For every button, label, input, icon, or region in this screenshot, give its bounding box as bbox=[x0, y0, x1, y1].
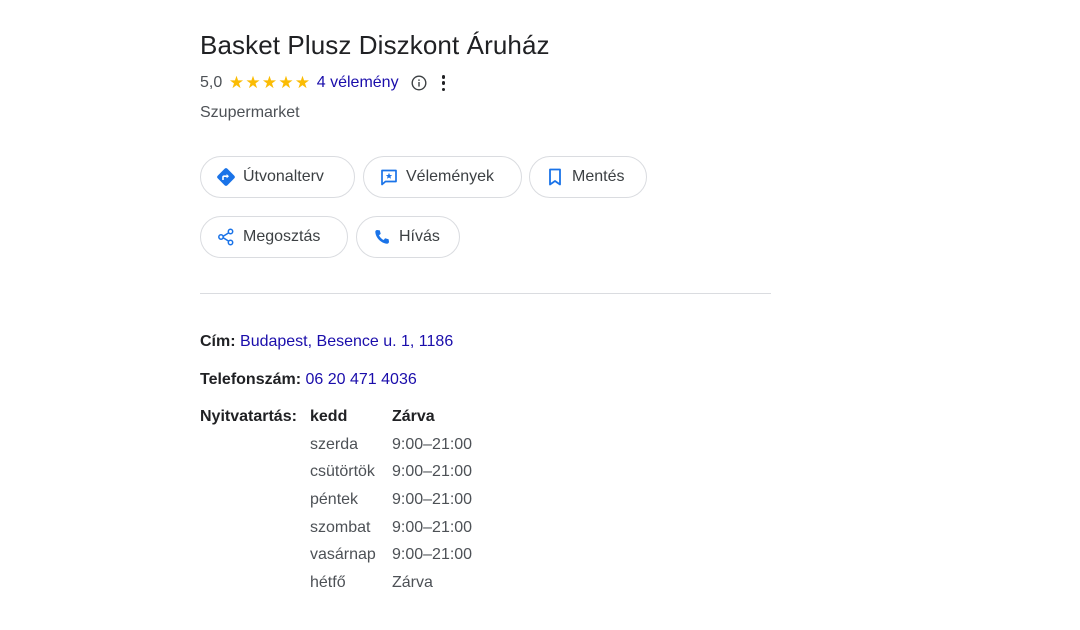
share-icon bbox=[215, 226, 237, 248]
save-button[interactable]: Mentés bbox=[529, 156, 647, 198]
hours-time: Zárva bbox=[392, 574, 433, 592]
hours-row: csütörtök 9:00–21:00 bbox=[310, 461, 472, 489]
phone-label: Telefonszám: bbox=[200, 371, 302, 388]
share-button-label: Megosztás bbox=[243, 228, 321, 245]
reviews-link[interactable]: 4 vélemény bbox=[317, 74, 399, 92]
business-category: Szupermarket bbox=[200, 104, 300, 121]
phone-link[interactable]: 06 20 471 4036 bbox=[306, 371, 417, 388]
rate-review-icon bbox=[378, 166, 400, 188]
hours-row: szombat 9:00–21:00 bbox=[310, 517, 472, 545]
phone-row: Telefonszám: 06 20 471 4036 bbox=[200, 369, 417, 391]
hours-time: 9:00–21:00 bbox=[392, 518, 473, 536]
hours-day: csütörtök bbox=[310, 463, 375, 481]
hours-row: vasárnap 9:00–21:00 bbox=[310, 544, 472, 572]
address-label: Cím: bbox=[200, 333, 236, 350]
hours-label: Nyitvatartás: bbox=[200, 408, 297, 425]
bookmark-icon bbox=[544, 166, 566, 188]
hours-day: péntek bbox=[310, 491, 359, 509]
directions-button-label: Útvonalterv bbox=[243, 168, 324, 185]
hours-day: szerda bbox=[310, 435, 359, 453]
hours-day: kedd bbox=[310, 408, 348, 425]
info-circle-icon[interactable] bbox=[411, 75, 427, 91]
hours-time: 9:00–21:00 bbox=[392, 491, 473, 509]
star-icon: ★ bbox=[294, 73, 311, 93]
call-button[interactable]: Hívás bbox=[356, 216, 460, 258]
star-icon: ★ bbox=[228, 73, 245, 93]
star-icon: ★ bbox=[261, 73, 278, 93]
star-icon: ★ bbox=[245, 73, 261, 93]
address-row: Cím: Budapest, Besence u. 1, 1186 bbox=[200, 331, 453, 353]
reviews-button-label: Vélemények bbox=[406, 168, 495, 185]
hours-table[interactable]: kedd Zárva szerda 9:00–21:00 csütörtök 9:00–2… bbox=[310, 406, 472, 600]
hours-time: 9:00–21:00 bbox=[392, 435, 473, 453]
business-name: Basket Plusz Diszkont Áruház bbox=[200, 30, 550, 60]
rating-stars: ★ ★ ★ ★ ★ bbox=[228, 73, 311, 93]
hours-row: szerda 9:00–21:00 bbox=[310, 434, 472, 462]
rating-score: 5,0 bbox=[200, 74, 223, 91]
call-button-label: Hívás bbox=[399, 228, 440, 245]
hours-day: vasárnap bbox=[310, 546, 376, 564]
hours-day: szombat bbox=[310, 518, 371, 536]
rating-row: 5,0 ★ ★ ★ ★ ★ 4 vélemény bbox=[200, 71, 447, 95]
directions-diamond-icon bbox=[215, 166, 237, 188]
hours-day: hétfő bbox=[310, 574, 346, 592]
phone-icon bbox=[371, 226, 393, 248]
save-button-label: Mentés bbox=[572, 168, 625, 185]
hours-time: 9:00–21:00 bbox=[392, 546, 473, 564]
hours-row: kedd Zárva bbox=[310, 406, 472, 434]
hours-time: Zárva bbox=[392, 408, 435, 425]
address-link[interactable]: Budapest, Besence u. 1, 1186 bbox=[240, 333, 453, 350]
star-icon: ★ bbox=[278, 73, 294, 93]
directions-button[interactable]: Útvonalterv bbox=[200, 156, 355, 198]
reviews-button[interactable]: Vélemények bbox=[363, 156, 522, 198]
hours-time: 9:00–21:00 bbox=[392, 463, 473, 481]
hours-row: hétfő Zárva bbox=[310, 572, 472, 600]
hours-row: péntek 9:00–21:00 bbox=[310, 489, 472, 517]
section-divider bbox=[200, 293, 771, 294]
share-button[interactable]: Megosztás bbox=[200, 216, 348, 258]
more-vertical-icon[interactable] bbox=[441, 75, 447, 91]
